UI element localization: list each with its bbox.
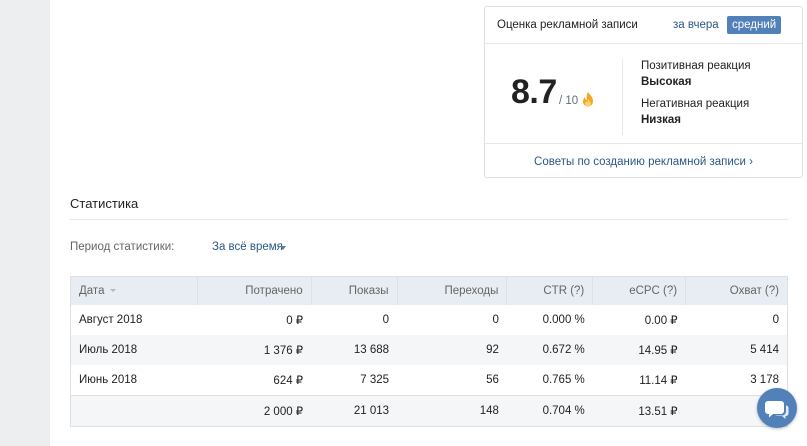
- period-dropdown[interactable]: За всё время: [212, 241, 283, 253]
- negative-reaction-label: Негативная реакция: [641, 98, 750, 110]
- positive-reaction-label: Позитивная реакция: [641, 60, 751, 72]
- cell-spent: 1 376 ₽: [197, 335, 312, 365]
- cell-impressions: 0: [382, 314, 390, 326]
- rating-card-title: Оценка рекламной записи: [497, 19, 638, 31]
- cell-ctr: 0.765 %: [542, 374, 585, 386]
- column-header-reach[interactable]: Охват (?): [685, 276, 788, 305]
- rating-card-header: Оценка рекламной записи за вчера средний: [485, 7, 802, 44]
- cell-total-label: [70, 395, 198, 427]
- cell-total-impressions: 21 013: [311, 395, 398, 427]
- table-row: Август 2018 0 ₽ 0 0 0.000 % 0.00 ₽ 0: [71, 305, 788, 335]
- tab-yesterday[interactable]: за вчера: [673, 19, 719, 31]
- statistics-table: Дата Потрачено Показы Переходы CTR (?) e…: [70, 276, 788, 427]
- rating-divider: [622, 59, 623, 135]
- cell-reach: 0: [772, 314, 779, 326]
- cell-spent: 0 ₽: [286, 315, 304, 327]
- cell-clicks: 92: [397, 335, 507, 365]
- column-header-date[interactable]: Дата: [70, 276, 198, 305]
- cell-clicks: 0: [492, 314, 499, 326]
- period-label: Период статистики:: [70, 241, 175, 253]
- ad-tips-link[interactable]: Советы по созданию рекламной записи ›: [485, 156, 802, 168]
- chat-bubbles-icon: [765, 401, 789, 419]
- statistics-heading: Статистика: [70, 196, 139, 211]
- cell-ctr: 0.672 %: [506, 335, 593, 365]
- cell-impressions: 7 325: [360, 374, 390, 386]
- chevron-down-icon[interactable]: [280, 246, 286, 250]
- positive-reaction-value: Высокая: [641, 76, 692, 88]
- chat-button[interactable]: [757, 388, 797, 428]
- cell-reach: 5 414: [685, 335, 788, 365]
- table-row: Июль 2018 1 376 ₽ 13 688 92 0.672 % 14.9…: [70, 335, 788, 365]
- sort-arrow-icon: [110, 289, 117, 293]
- column-header-spent[interactable]: Потрачено: [197, 276, 312, 305]
- cell-total-ctr: 0.704 %: [506, 395, 593, 427]
- column-header-ctr[interactable]: CTR (?): [506, 276, 594, 305]
- statistics-divider: [70, 219, 788, 220]
- column-header-impressions[interactable]: Показы: [311, 276, 398, 305]
- flame-icon: [583, 92, 593, 107]
- table-row: Июнь 2018 624 ₽ 7 325 56 0.765 % 11.14 ₽…: [71, 365, 788, 396]
- cell-total-spent: 2 000 ₽: [197, 395, 312, 427]
- tab-average[interactable]: средний: [727, 16, 782, 34]
- cell-ctr: 0.000 %: [542, 314, 585, 326]
- cell-ecpc: 11.14 ₽: [639, 375, 678, 387]
- table-header-row: Дата Потрачено Показы Переходы CTR (?) e…: [70, 276, 788, 305]
- cell-date: Июль 2018: [70, 335, 198, 365]
- rating-card-footer: Советы по созданию рекламной записи ›: [485, 143, 802, 180]
- cell-total-ecpc: 13.51 ₽: [592, 395, 686, 427]
- negative-reaction-value: Низкая: [641, 114, 681, 126]
- main-panel: Оценка рекламной записи за вчера средний…: [50, 0, 807, 446]
- cell-clicks: 56: [486, 374, 499, 386]
- cell-date: Август 2018: [79, 314, 143, 326]
- ad-rating-card: Оценка рекламной записи за вчера средний…: [484, 6, 803, 178]
- cell-spent: 624 ₽: [273, 375, 304, 387]
- table-total-row: 2 000 ₽ 21 013 148 0.704 % 13.51 ₽: [70, 395, 788, 427]
- cell-total-clicks: 148: [397, 395, 507, 427]
- cell-date: Июнь 2018: [79, 374, 138, 386]
- cell-ecpc: 14.95 ₽: [592, 335, 686, 365]
- rating-score: 8.7: [511, 73, 557, 111]
- cell-impressions: 13 688: [311, 335, 398, 365]
- column-header-clicks[interactable]: Переходы: [397, 276, 508, 305]
- column-header-ecpc[interactable]: eCPC (?): [592, 276, 687, 305]
- cell-ecpc: 0.00 ₽: [644, 315, 678, 327]
- rating-out-of: / 10: [559, 95, 579, 107]
